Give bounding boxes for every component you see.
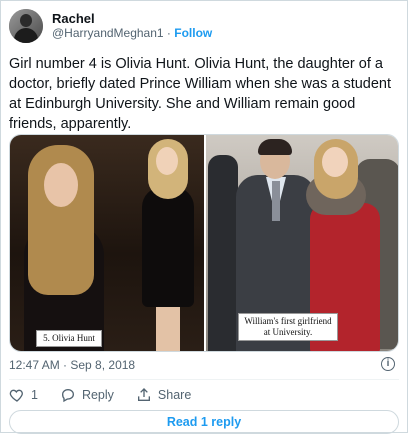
tweet-card: Rachel @HarryandMeghan1 · Follow Girl nu… [0,0,408,434]
divider [9,379,399,380]
info-icon[interactable]: i [381,357,395,371]
like-button[interactable]: 1 [9,387,38,403]
reply-icon [61,388,74,403]
author-names: Rachel @HarryandMeghan1 · Follow [52,11,212,41]
heart-icon [9,389,23,402]
avatar[interactable] [9,9,43,43]
read-replies-button[interactable]: Read 1 reply [9,410,399,434]
tweet-timestamp[interactable]: 12:47 AM · Sep 8, 2018 [9,358,135,372]
author-handle[interactable]: @HarryandMeghan1 [52,26,164,40]
share-icon [137,388,150,401]
follow-button[interactable]: Follow [174,26,212,40]
tweet-header: Rachel @HarryandMeghan1 · Follow [9,9,212,43]
right-photo-caption: William's first girlfriend at University… [238,313,338,341]
left-photo-caption: 5. Olivia Hunt [36,330,102,347]
author-display-name[interactable]: Rachel [52,11,212,26]
tweet-media[interactable]: 5. Olivia Hunt William's first girlfrien… [9,134,399,352]
handle-separator: · [166,26,171,40]
like-count: 1 [31,388,38,402]
tweet-text: Girl number 4 is Olivia Hunt. Olivia Hun… [9,56,392,132]
photo-william-and-girlfriend[interactable]: William's first girlfriend at University… [206,135,398,351]
reply-label: Reply [81,388,114,402]
tweet-actions: 1 Reply Share [9,387,213,403]
share-button[interactable]: Share [136,387,191,403]
author-handle-row: @HarryandMeghan1 · Follow [52,26,212,41]
photo-olivia-hunt[interactable]: 5. Olivia Hunt [10,135,206,351]
reply-button[interactable]: Reply [60,387,114,403]
share-label: Share [157,388,192,402]
